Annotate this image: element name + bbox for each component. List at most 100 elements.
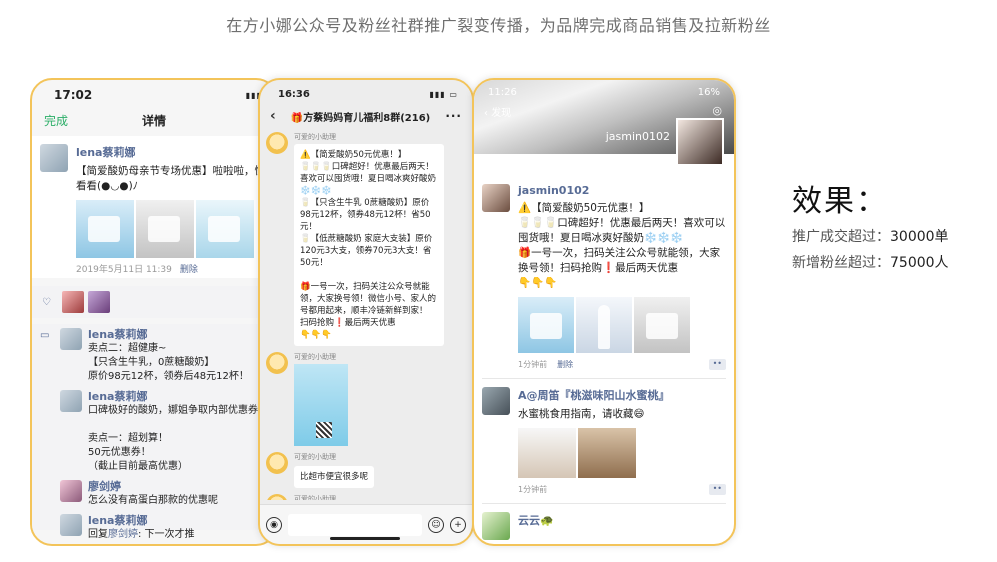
stat-fans: 新增粉丝超过：75000人 (792, 252, 949, 272)
poster-image[interactable] (294, 364, 348, 446)
nav-title: 详情 (141, 113, 166, 128)
back-button[interactable]: ‹ 发现 (484, 104, 511, 119)
post-image[interactable] (518, 428, 576, 478)
moment-post: jasmin0102 ⚠️【简爱酸奶50元优惠！】 🥛🥛🥛口碑超好！优惠最后两天… (482, 184, 726, 370)
voice-icon[interactable]: ◉ (266, 516, 282, 533)
cover-image[interactable]: 11:26 16% ‹ 发现 ◎ jasmin0102 (474, 80, 734, 166)
chat-message: 可爱的小助理 ⚠️【简爱酸奶50元优惠！】 🥛🥛🥛口碑超好！优惠最后两天！喜欢可… (266, 132, 466, 346)
liker-avatar[interactable] (62, 291, 84, 313)
avatar[interactable] (266, 352, 288, 374)
chat-header: ‹ 🎁方蔡妈妈育儿福利8群(216) ··· (260, 102, 472, 130)
post-author[interactable]: jasmin0102 (518, 184, 726, 197)
divider (482, 503, 726, 504)
message-line (300, 269, 438, 281)
message-bubble[interactable]: ⚠️【简爱酸奶50元优惠！】 🥛🥛🥛口碑超好！优惠最后两天！喜欢可以囤货哦！夏日… (294, 144, 444, 346)
post-image[interactable] (576, 297, 632, 353)
post-image[interactable] (634, 297, 690, 353)
message-line: 扫码抢购❗️最后两天优惠 (300, 318, 396, 328)
plus-icon[interactable]: + (450, 516, 466, 533)
avatar[interactable] (482, 387, 510, 415)
sender-name: 可爱的小助理 (294, 495, 336, 500)
reply-to-name[interactable]: 廖剑婷 (108, 529, 138, 540)
avatar[interactable] (482, 512, 510, 540)
more-icon[interactable]: ··· (445, 109, 462, 123)
chat-message: 可爱的小助理 (266, 494, 466, 500)
message-input[interactable] (288, 513, 422, 536)
post-images (518, 297, 726, 353)
back-label: 发现 (491, 108, 512, 119)
message-line: ⚠️【简爱酸奶50元优惠！】 (300, 150, 407, 160)
post-image[interactable] (136, 200, 194, 258)
post-author[interactable]: 云云🐢 (518, 512, 726, 528)
done-button[interactable]: 完成 (44, 112, 68, 129)
avatar[interactable] (266, 452, 288, 474)
comment-line: 口碑极好的酸奶，娜姐争取内部优惠券 (88, 405, 258, 416)
post-date: 2019年5月11日 11:39 (76, 265, 172, 275)
action-menu-icon[interactable]: •• (708, 484, 726, 495)
reply-text: : 下一次才推 (138, 529, 195, 540)
comment-item[interactable]: 廖剑婷 怎么没有高蛋白那款的优惠呢 5月 (60, 480, 274, 508)
avatar[interactable] (482, 184, 510, 212)
avatar[interactable] (60, 480, 82, 502)
status-time: 11:26 (488, 86, 517, 98)
comment-author[interactable]: 廖剑婷 (88, 480, 258, 494)
message-line: 🎁一号一次，扫码关注公众号就能领，大家换号领！微信小号、家人的号都用起来，顺丰冷… (300, 282, 437, 316)
emoji-icon[interactable]: ☺ (428, 516, 444, 533)
chat-messages: 可爱的小助理 ⚠️【简爱酸奶50元优惠！】 🥛🥛🥛口碑超好！优惠最后两天！喜欢可… (260, 130, 472, 500)
message-bubble[interactable]: 比超市便宜很多呢 (294, 466, 375, 488)
delete-link[interactable]: 删除 (180, 262, 198, 275)
profile-username: jasmin0102 (605, 130, 670, 143)
comment-item[interactable]: lena蔡莉娜 口碑极好的酸奶，娜姐争取内部优惠券 卖点一：超划算！ 50元优惠… (60, 390, 274, 474)
profile-avatar[interactable] (676, 118, 724, 166)
avatar[interactable] (60, 514, 82, 536)
comment-item[interactable]: lena蔡莉娜 回复廖剑婷: 下一次才推 5月 (60, 514, 274, 542)
headline: 在方小娜公众号及粉丝社群推广裂变传播，为品牌完成商品销售及拉新粉丝 (226, 16, 771, 35)
sender-name: 可爱的小助理 (294, 453, 336, 461)
comment-author[interactable]: lena蔡莉娜 (88, 328, 258, 342)
post-time: 1分钟前 (518, 485, 548, 494)
back-arrow-icon[interactable]: ‹ (270, 108, 276, 124)
liker-avatar[interactable] (88, 291, 110, 313)
action-menu-icon[interactable]: •• (708, 359, 726, 370)
comment-line: 卖点二：超健康~ (88, 343, 167, 354)
heart-icon: ♡ (42, 296, 51, 308)
comment-line: （截止目前最高优惠） (88, 461, 188, 472)
post-image[interactable] (518, 297, 574, 353)
home-indicator (330, 537, 400, 540)
stat-value: 30000单 (890, 229, 949, 245)
likes-row: ♡ (32, 286, 276, 318)
comment-line: 卖点一：超划算！ (88, 433, 168, 444)
nav-bar: 完成 详情 (32, 104, 276, 136)
post-author[interactable]: lena蔡莉娜 (76, 144, 268, 160)
post-text: ⚠️【简爱酸奶50元优惠！】 🥛🥛🥛口碑超好！优惠最后两天！喜欢可以囤货哦！夏日… (518, 201, 726, 291)
comments-list: ▭ lena蔡莉娜 卖点二：超健康~ 【只含生牛乳，0蔗糖酸奶】 原价98元12… (32, 324, 276, 540)
message-line: 👇👇👇 (300, 330, 332, 340)
post-images (76, 200, 268, 258)
comment-author[interactable]: lena蔡莉娜 (88, 390, 258, 404)
delete-link[interactable]: 删除 (557, 360, 573, 369)
post-time: 1分钟前 (518, 360, 548, 369)
reply-prefix: 回复 (88, 529, 108, 540)
status-bar: 11:26 16% (474, 80, 734, 104)
post-image[interactable] (578, 428, 636, 478)
status-bar: 17:02 ▮▮▮ (32, 80, 276, 104)
avatar[interactable] (60, 328, 82, 350)
comment-reply: 回复廖剑婷: 下一次才推 (88, 528, 258, 542)
post-image[interactable] (196, 200, 254, 258)
post-line: 🥛🥛🥛口碑超好！优惠最后两天！喜欢可以囤货哦！夏日喝冰爽好酸奶❄️❄️❄️ (518, 217, 726, 244)
camera-icon[interactable]: ◎ (712, 104, 722, 117)
avatar[interactable] (40, 144, 68, 172)
avatar[interactable] (266, 132, 288, 154)
stat-value: 75000人 (890, 255, 949, 271)
comment-author[interactable]: lena蔡莉娜 (88, 514, 258, 528)
post-author[interactable]: A@周笛『桃滋味阳山水蜜桃』 (518, 387, 726, 403)
comment-item[interactable]: lena蔡莉娜 卖点二：超健康~ 【只含生牛乳，0蔗糖酸奶】 原价98元12杯，… (60, 328, 274, 384)
avatar[interactable] (266, 494, 288, 500)
results-title: 效果： (792, 184, 888, 219)
comment-line: 【只含生牛乳，0蔗糖酸奶】 (88, 357, 215, 368)
divider (482, 378, 726, 379)
message-line: 🥛🥛🥛口碑超好！优惠最后两天！喜欢可以囤货哦！夏日喝冰爽好酸奶❄️❄️❄️ (300, 162, 437, 196)
post-line: ⚠️【简爱酸奶50元优惠！】 (518, 202, 650, 214)
post-image[interactable] (76, 200, 134, 258)
avatar[interactable] (60, 390, 82, 412)
